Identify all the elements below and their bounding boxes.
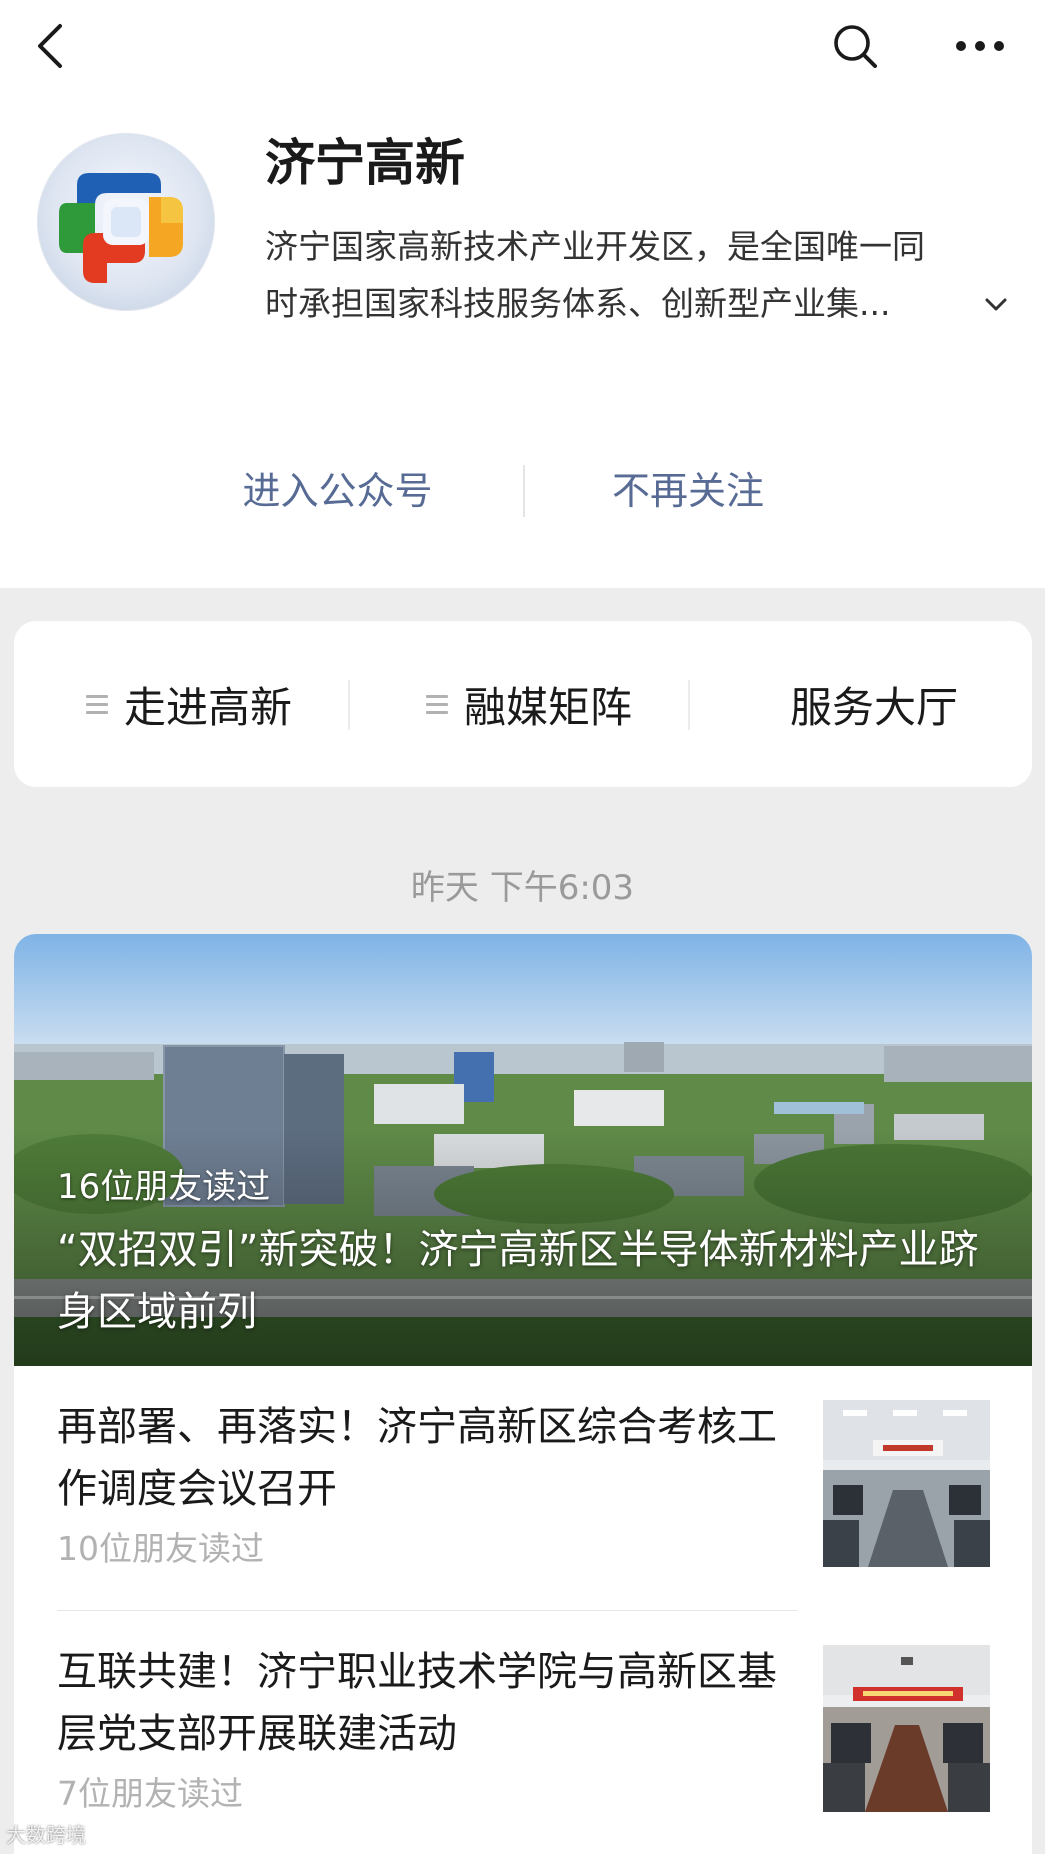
search-icon <box>834 25 877 68</box>
submenu-list-icon <box>85 690 108 719</box>
chevron-left-icon <box>38 24 62 68</box>
account-menu: 走进高新 融媒矩阵 服务大厅 <box>14 621 1032 787</box>
cover-article-title: “双招双引”新突破！济宁高新区半导体新材料产业跻身区域前列 <box>57 1227 979 1335</box>
watermark: 大数跨境 <box>6 1823 86 1847</box>
article-title: 再部署、再落实！济宁高新区综合考核工作调度会议召开 <box>57 1404 777 1512</box>
article-title: 互联共建！济宁职业技术学院与高新区基层党支部开展联建活动 <box>57 1649 777 1757</box>
cover-readers-count: 16位朋友读过 <box>57 1167 271 1207</box>
chevron-down-icon <box>985 298 1007 311</box>
action-divider <box>523 465 525 517</box>
more-dots-icon <box>956 41 1004 51</box>
article-readers-count: 7位朋友读过 <box>57 1774 243 1813</box>
menu-divider <box>348 680 350 730</box>
official-account-profile-page: 济宁高新 济宁国家高新技术产业开发区，是全国唯一同 时承担国家科技服务体系、创新… <box>0 0 1045 1854</box>
message-timestamp: 昨天 下午6:03 <box>410 868 635 908</box>
account-name: 济宁高新 <box>265 134 465 192</box>
more-button[interactable] <box>948 0 1012 92</box>
account-description-line2: 时承担国家科技服务体系、创新型产业集... <box>265 284 891 323</box>
article-list-item[interactable]: 再部署、再落实！济宁高新区综合考核工作调度会议召开 10位朋友读过 <box>14 1366 1032 1611</box>
menu-item-label: 服务大厅 <box>789 682 958 732</box>
menu-item-label: 走进高新 <box>123 682 292 732</box>
article-group-card: 16位朋友读过 “双招双引”新突破！济宁高新区半导体新材料产业跻身区域前列 再部… <box>14 934 1032 1854</box>
enter-account-button[interactable]: 进入公众号 <box>200 455 475 527</box>
cover-article[interactable]: 16位朋友读过 “双招双引”新突破！济宁高新区半导体新材料产业跻身区域前列 <box>14 934 1032 1366</box>
menu-item-media[interactable]: 融媒矩阵 <box>394 621 664 787</box>
article-thumbnail <box>823 1645 990 1812</box>
meeting-photo-image <box>823 1400 990 1567</box>
menu-item-about[interactable]: 走进高新 <box>54 621 324 787</box>
account-description-line1: 济宁国家高新技术产业开发区，是全国唯一同 <box>265 227 925 266</box>
profile-header: 济宁高新 济宁国家高新技术产业开发区，是全国唯一同 时承担国家科技服务体系、创新… <box>0 0 1045 588</box>
unfollow-button[interactable]: 不再关注 <box>573 455 803 527</box>
account-avatar[interactable] <box>37 133 215 311</box>
submenu-list-icon <box>425 690 448 719</box>
menu-divider <box>688 680 690 730</box>
article-thumbnail <box>823 1400 990 1567</box>
search-button[interactable] <box>822 0 888 92</box>
article-list-item[interactable]: 互联共建！济宁职业技术学院与高新区基层党支部开展联建活动 7位朋友读过 <box>14 1611 1032 1854</box>
menu-item-service-hall[interactable]: 服务大厅 <box>729 621 1019 787</box>
menu-item-label: 融媒矩阵 <box>463 682 632 732</box>
meeting-photo-image <box>823 1645 990 1812</box>
back-button[interactable] <box>22 0 78 92</box>
article-readers-count: 10位朋友读过 <box>57 1529 264 1568</box>
expand-description-button[interactable] <box>978 286 1014 322</box>
logo-icon <box>59 173 183 283</box>
